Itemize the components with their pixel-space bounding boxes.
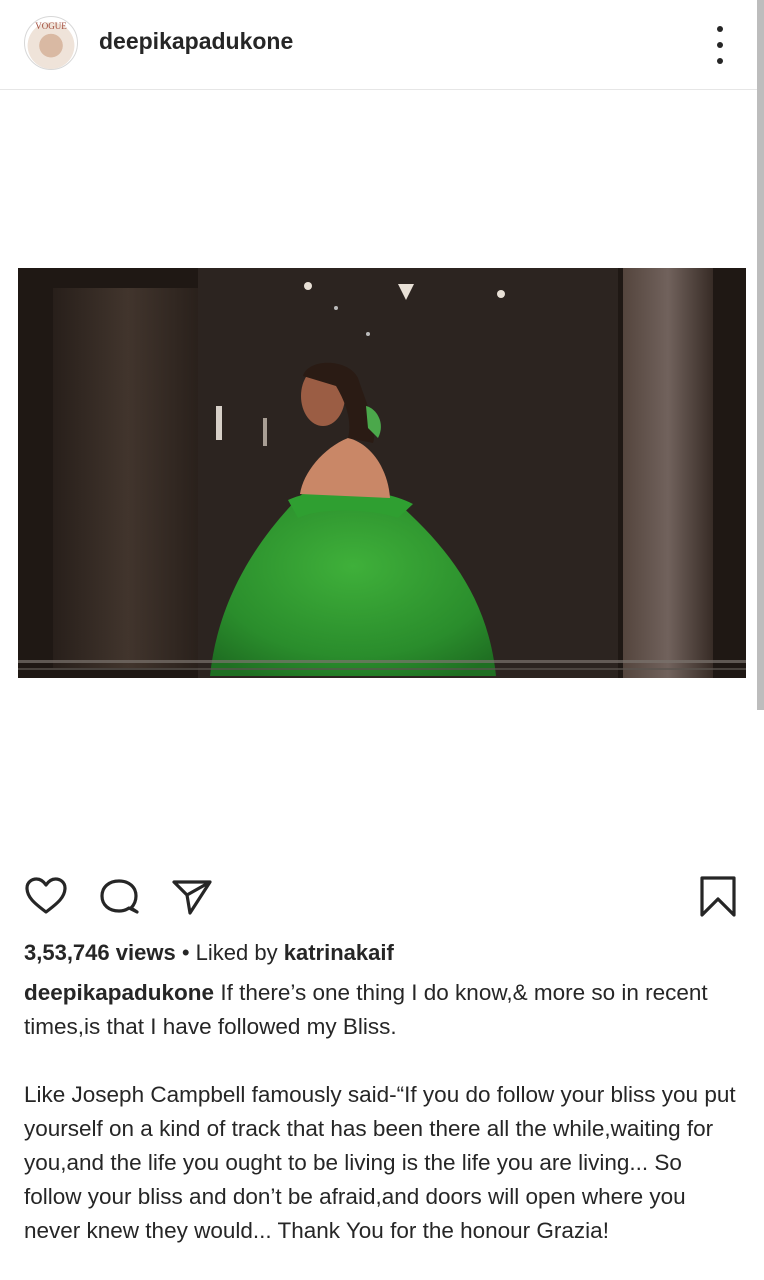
liked-by-user[interactable]: katrinakaif bbox=[284, 940, 394, 965]
separator-dot: • bbox=[181, 940, 190, 965]
caption-paragraph-1: deepikapadukone If there’s one thing I d… bbox=[24, 976, 740, 1044]
post-actions bbox=[0, 870, 764, 920]
username[interactable]: deepikapadukone bbox=[99, 28, 293, 55]
bookmark-icon[interactable] bbox=[698, 875, 738, 919]
share-icon[interactable] bbox=[170, 877, 214, 917]
scrollbar[interactable] bbox=[757, 0, 764, 710]
post-stats: 3,53,746 views • Liked by katrinakaif bbox=[24, 940, 394, 966]
heart-icon[interactable] bbox=[24, 876, 68, 916]
avatar-logo-text: VOGUE bbox=[35, 21, 67, 31]
views-count[interactable]: 3,53,746 views bbox=[24, 940, 176, 965]
post-caption: deepikapadukone If there’s one thing I d… bbox=[24, 976, 740, 1248]
video-player[interactable] bbox=[18, 268, 746, 678]
video-frame bbox=[18, 268, 746, 678]
comment-icon[interactable] bbox=[98, 877, 142, 917]
liked-by-label: Liked by bbox=[195, 940, 278, 965]
post-header: VOGUE deepikapadukone bbox=[0, 0, 764, 90]
post-media[interactable] bbox=[0, 91, 764, 851]
avatar[interactable]: VOGUE bbox=[24, 16, 78, 70]
caption-paragraph-2: Like Joseph Campbell famously said-“If y… bbox=[24, 1082, 736, 1243]
more-options-icon[interactable] bbox=[706, 26, 734, 64]
caption-username[interactable]: deepikapadukone bbox=[24, 980, 214, 1005]
